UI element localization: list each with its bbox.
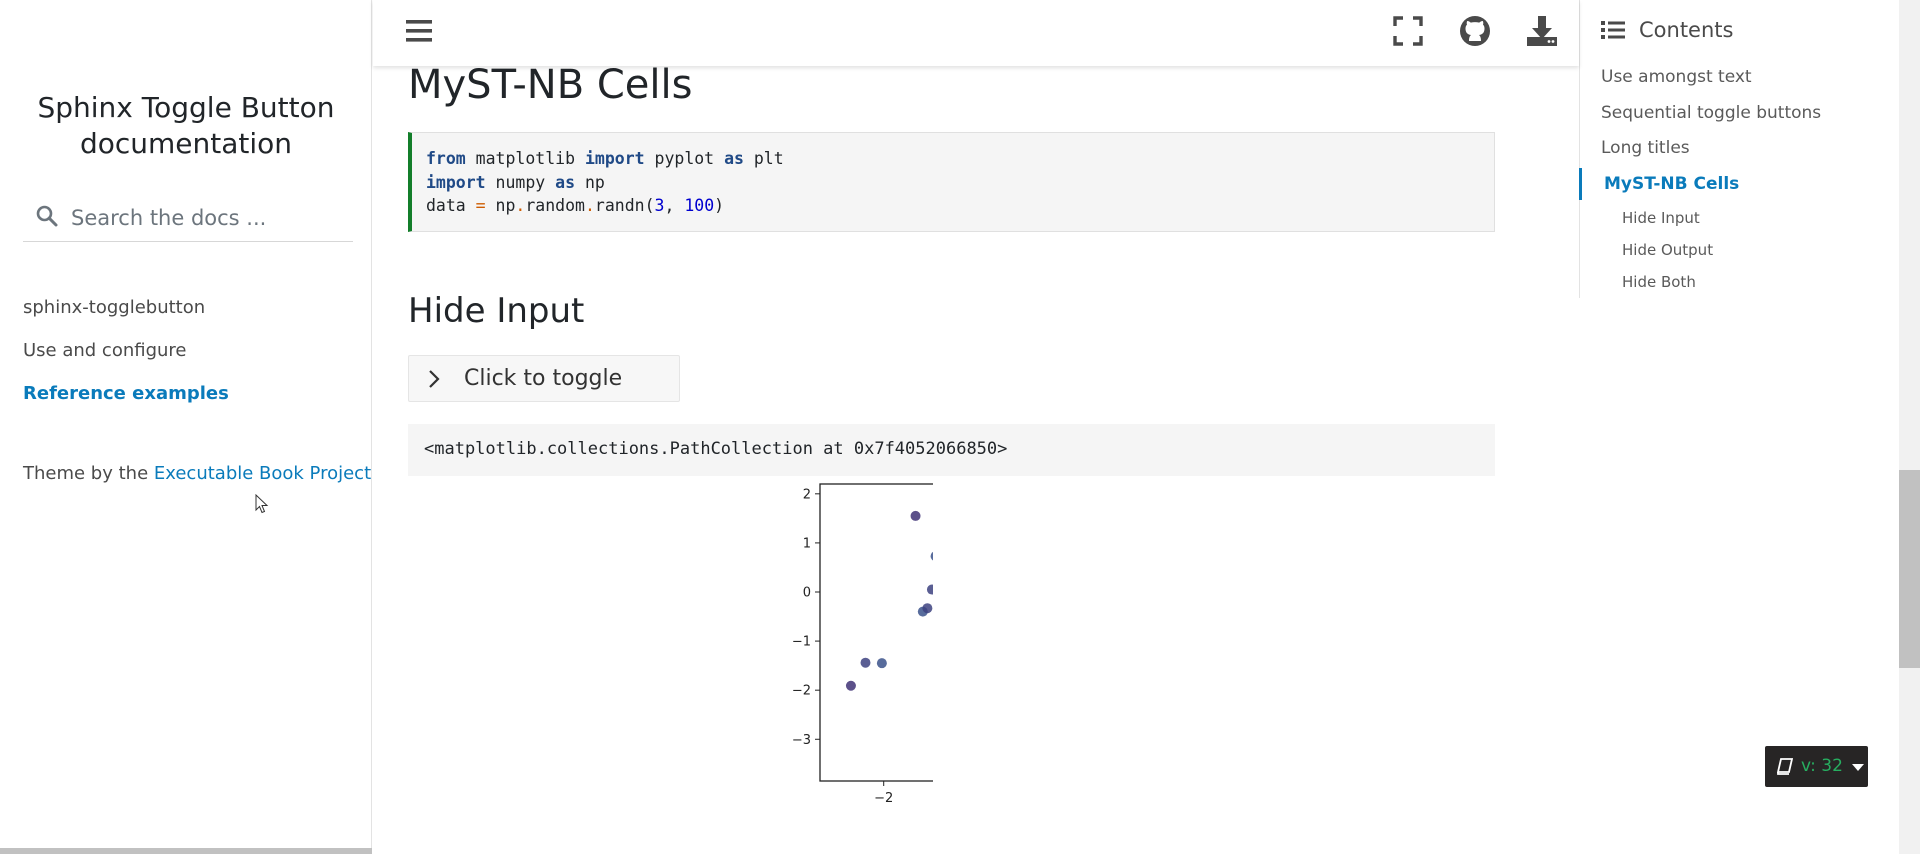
search-input[interactable] xyxy=(69,200,343,236)
data-point xyxy=(910,510,921,521)
nav-link-use-and-configure[interactable]: Use and configure xyxy=(23,340,187,361)
fullscreen-icon[interactable] xyxy=(1391,14,1425,48)
sidebar-footer: Theme by the Executable Book Project xyxy=(23,463,371,484)
data-point xyxy=(860,657,871,668)
download-icon[interactable] xyxy=(1525,14,1559,48)
list-icon xyxy=(1601,21,1625,39)
nav-link-reference-examples[interactable]: Reference examples xyxy=(23,383,229,404)
y-tick-label: 1 xyxy=(803,536,811,551)
code-line: from matplotlib import pyplot as plt xyxy=(426,147,1494,171)
code-token: ) xyxy=(714,196,725,215)
code-token: numpy xyxy=(485,172,556,192)
toggle-label: Click to toggle xyxy=(464,366,623,391)
toc-item-hide-both[interactable]: Hide Both xyxy=(1622,273,1696,291)
code-token: . xyxy=(515,196,526,215)
data-point xyxy=(876,658,887,669)
chevron-right-icon xyxy=(429,370,440,388)
code-token: pyplot xyxy=(644,149,725,168)
mouse-cursor-icon xyxy=(255,494,269,514)
github-icon[interactable] xyxy=(1458,14,1492,48)
code-token: from xyxy=(426,149,466,168)
code-token: matplotlib xyxy=(465,149,585,168)
code-token: randn( xyxy=(594,196,655,215)
toc-item-sequential-toggle-buttons[interactable]: Sequential toggle buttons xyxy=(1601,103,1821,123)
code-token: as xyxy=(555,172,576,192)
data-point xyxy=(930,551,933,561)
data-point xyxy=(845,680,856,691)
code-token: 3 xyxy=(654,196,665,215)
output-cell: <matplotlib.collections.PathCollection a… xyxy=(408,424,1495,476)
toc-item-use-amongst-text[interactable]: Use amongst text xyxy=(1601,67,1752,87)
toggle-button[interactable]: Click to toggle xyxy=(408,355,680,402)
code-token: 100 xyxy=(684,196,715,215)
code-token: , xyxy=(664,196,685,215)
page-scrollbar-track[interactable] xyxy=(1899,0,1920,854)
scatter-plot: −2−1012210−1−2−3 xyxy=(792,483,933,806)
code-token: np xyxy=(575,172,605,192)
menu-icon[interactable] xyxy=(403,14,437,48)
toc-border xyxy=(1579,0,1580,298)
search-icon xyxy=(36,205,58,227)
toc-active-indicator xyxy=(1579,168,1582,200)
plot-frame xyxy=(819,483,933,782)
left-sidebar: Sphinx Toggle Button documentation sphin… xyxy=(0,0,372,854)
code-token: plt xyxy=(743,149,784,168)
code-token: as xyxy=(724,149,744,168)
section-heading-myst-nb-cells: MyST-NB Cells xyxy=(408,62,693,108)
caret-down-icon xyxy=(1852,764,1864,771)
top-toolbar xyxy=(373,0,1579,66)
book-icon xyxy=(1777,758,1793,775)
search-box[interactable] xyxy=(23,196,353,242)
section-heading-hide-input: Hide Input xyxy=(408,291,585,331)
code-token: np xyxy=(485,196,516,215)
version-switcher[interactable]: v: 32 xyxy=(1765,746,1868,787)
y-tick-label: −3 xyxy=(792,733,811,748)
nav-link-sphinx-togglebutton[interactable]: sphinx-togglebutton xyxy=(23,297,205,318)
code-token: . xyxy=(584,196,595,215)
main-content: MyST-NB Cells from matplotlib import pyp… xyxy=(373,0,1579,854)
y-tick-label: 2 xyxy=(803,487,811,502)
site-title[interactable]: Sphinx Toggle Button documentation xyxy=(0,90,372,162)
y-tick-label: −1 xyxy=(792,635,811,650)
sidebar-horizontal-scrollbar[interactable] xyxy=(0,848,372,854)
code-token: random xyxy=(525,196,585,215)
code-line: data = np.random.randn(3, 100) xyxy=(426,194,1494,218)
toc-title: Contents xyxy=(1639,18,1734,42)
toc-item-hide-input[interactable]: Hide Input xyxy=(1622,209,1700,227)
code-line: import numpy as np xyxy=(426,171,1494,195)
output-text: <matplotlib.collections.PathCollection a… xyxy=(424,439,1008,459)
y-tick-label: −2 xyxy=(792,684,811,699)
page-scrollbar-thumb[interactable] xyxy=(1899,470,1920,668)
code-token: = xyxy=(475,196,486,215)
toc-item-myst-nb-cells[interactable]: MyST-NB Cells xyxy=(1604,174,1739,194)
data-point xyxy=(922,603,933,614)
toc-item-long-titles[interactable]: Long titles xyxy=(1601,138,1690,158)
executable-book-project-link[interactable]: Executable Book Project xyxy=(154,463,371,484)
table-of-contents: Contents Use amongst text Sequential tog… xyxy=(1579,0,1899,310)
code-token: import xyxy=(426,172,486,192)
x-tick-label: −2 xyxy=(874,791,893,806)
code-cell[interactable]: from matplotlib import pyplot as plt imp… xyxy=(408,132,1495,232)
y-tick-label: 0 xyxy=(803,586,811,601)
version-label: v: 32 xyxy=(1801,756,1843,776)
toc-item-hide-output[interactable]: Hide Output xyxy=(1622,241,1713,259)
code-token: import xyxy=(584,149,645,168)
data-point xyxy=(926,584,933,595)
code-token: data xyxy=(426,196,476,215)
footer-text: Theme by the xyxy=(23,463,154,484)
